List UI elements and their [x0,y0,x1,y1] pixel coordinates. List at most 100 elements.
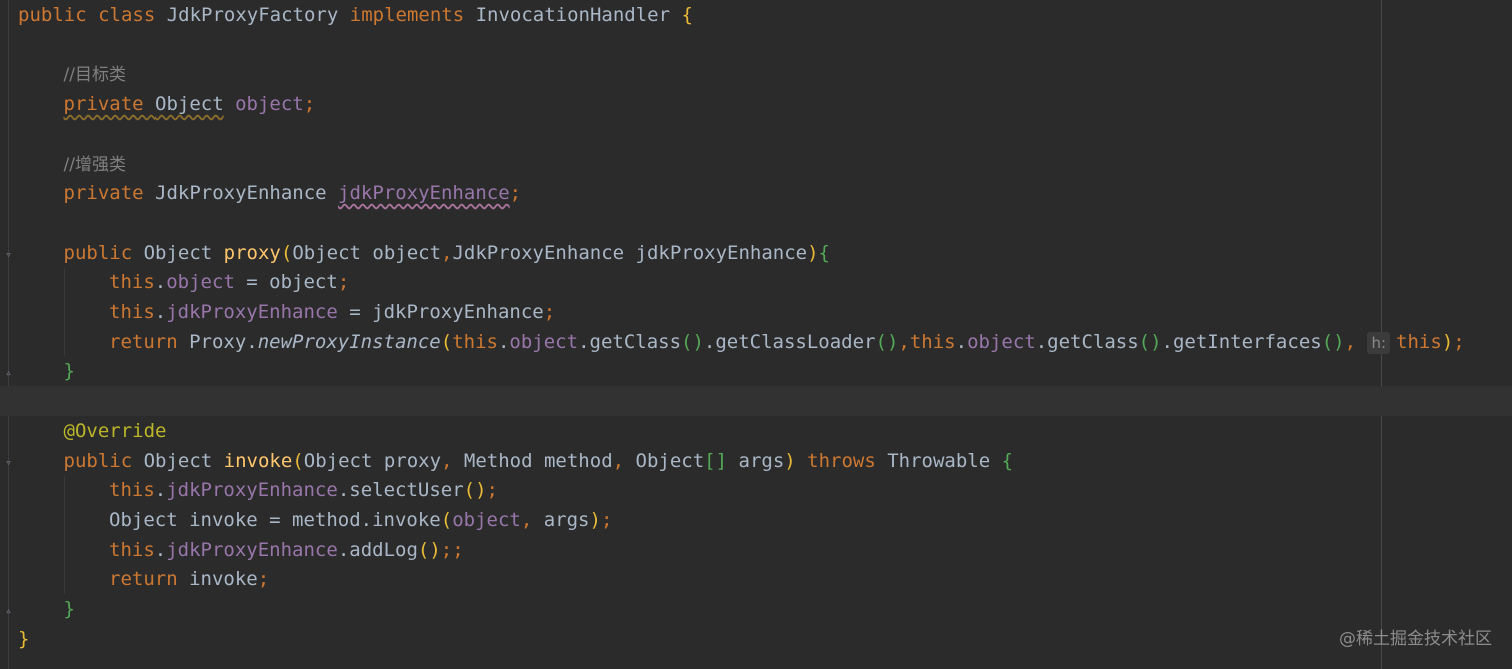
code-line[interactable]: public class JdkProxyFactory implements … [18,0,693,30]
code-token: () [875,330,899,353]
code-line[interactable]: this.jdkProxyEnhance.addLog();; [109,535,464,565]
code-token: .getClassLoader [703,330,876,353]
code-token: ) [1441,330,1454,353]
code-token: InvocationHandler [475,4,682,26]
code-token: . [497,330,510,353]
code-line[interactable]: //增强类 [64,149,126,179]
code-token: () [1138,330,1162,353]
code-token: , [612,449,636,472]
code-token: this [109,301,155,323]
code-token: , [1344,330,1368,353]
code-token: invoke [189,568,258,591]
code-line[interactable]: public Object invoke(Object proxy, Metho… [64,446,1014,476]
code-editor[interactable]: ▿ ▵ ▿ ▵ public class JdkProxyFactory imp… [0,0,1512,669]
code-token: () [417,538,441,561]
code-line[interactable]: this.object = object; [109,267,349,297]
code-token: ; [486,479,498,502]
code-token: .getInterfaces [1161,330,1322,353]
code-token: Object [635,449,705,472]
code-token: throws [795,449,888,472]
code-token: Object invoke = method.invoke [109,508,441,531]
code-token: jdkProxyEnhance [166,538,338,561]
code-line[interactable]: Object invoke = method.invoke(object, ar… [109,505,612,535]
code-token: this [109,271,155,294]
code-token: Object [143,241,224,264]
code-line[interactable]: } [64,356,75,386]
code-token: Method method [463,449,613,472]
code-token: ;; [440,538,464,561]
code-token: implements [349,4,476,26]
code-token: . [955,330,968,353]
code-token: [] [704,449,728,472]
fold-marker-icon[interactable]: ▿ [3,457,14,468]
code-token: ) [807,241,819,264]
code-line[interactable]: private JdkProxyEnhance jdkProxyEnhance; [64,178,522,208]
code-token: ; [600,508,613,531]
code-line[interactable]: this.jdkProxyEnhance = jdkProxyEnhance; [109,297,555,327]
code-token: . [154,479,167,502]
code-token: private [63,182,156,205]
code-line[interactable]: return invoke; [109,564,269,594]
code-token: JdkProxyEnhance jdkProxyEnhance [452,241,808,264]
code-token: newProxyInstance [257,330,441,353]
code-token: { [681,4,693,26]
code-token: () [681,330,704,353]
code-token: . [154,538,167,561]
code-token: private [63,93,156,116]
code-token: object [452,508,521,531]
code-token: { [818,241,830,264]
code-line[interactable]: return Proxy.newProxyInstance(this.objec… [109,327,1465,357]
watermark: @稀土掘金技术社区 [1339,629,1492,649]
code-token: this [909,330,956,353]
code-token: ; [303,93,316,116]
code-line[interactable]: @Override [64,416,167,446]
code-line[interactable]: public Object proxy(Object object,JdkPro… [64,238,831,268]
code-line[interactable]: } [64,594,75,624]
code-token: ; [509,182,522,205]
code-token: JdkProxyEnhance [155,182,339,205]
code-token: .addLog [337,538,418,561]
code-line[interactable]: //目标类 [64,59,126,89]
code-token: //增强类 [63,154,126,175]
code-token: ) [784,449,796,472]
code-token: JdkProxyFactory [166,4,350,26]
code-token: () [1321,330,1345,353]
code-token: .getClass [1035,330,1139,353]
code-token: = object [234,271,338,294]
fold-marker-icon[interactable]: ▵ [3,605,14,616]
fold-marker-icon[interactable]: ▿ [3,249,14,260]
code-token: } [63,598,75,620]
code-token: this [109,538,155,561]
code-token: return [109,568,190,591]
code-token: object [967,330,1036,353]
code-token: ( [292,449,304,472]
code-token: class [98,4,167,26]
code-token: object [509,330,579,353]
code-token: ; [257,568,270,591]
code-token: , [441,449,464,472]
code-token: jdkProxyEnhance [338,182,510,205]
code-token: Object [143,449,224,472]
code-token: object [166,271,235,294]
code-token: () [463,479,487,502]
code-line[interactable]: this.jdkProxyEnhance.selectUser(); [109,475,498,505]
code-token: ; [337,271,350,294]
code-token: proxy [223,241,281,264]
code-token: , [520,508,544,531]
code-token: args [543,508,590,531]
code-token: return [109,330,190,353]
code-token: ; [543,301,556,323]
code-line[interactable]: } [18,624,29,654]
code-token: this [109,479,155,502]
code-token: ( [440,330,453,353]
current-line-highlight [0,386,1512,416]
code-token: .getClass [578,330,682,353]
code-line[interactable]: private Object object; [64,89,316,119]
code-token: } [18,627,30,650]
fold-marker-icon[interactable]: ▵ [3,367,14,378]
code-token: public [63,241,144,264]
code-token: , [898,330,910,353]
code-token: args [727,449,785,472]
code-token: //目标类 [63,65,126,86]
code-token: @Override [63,419,167,442]
